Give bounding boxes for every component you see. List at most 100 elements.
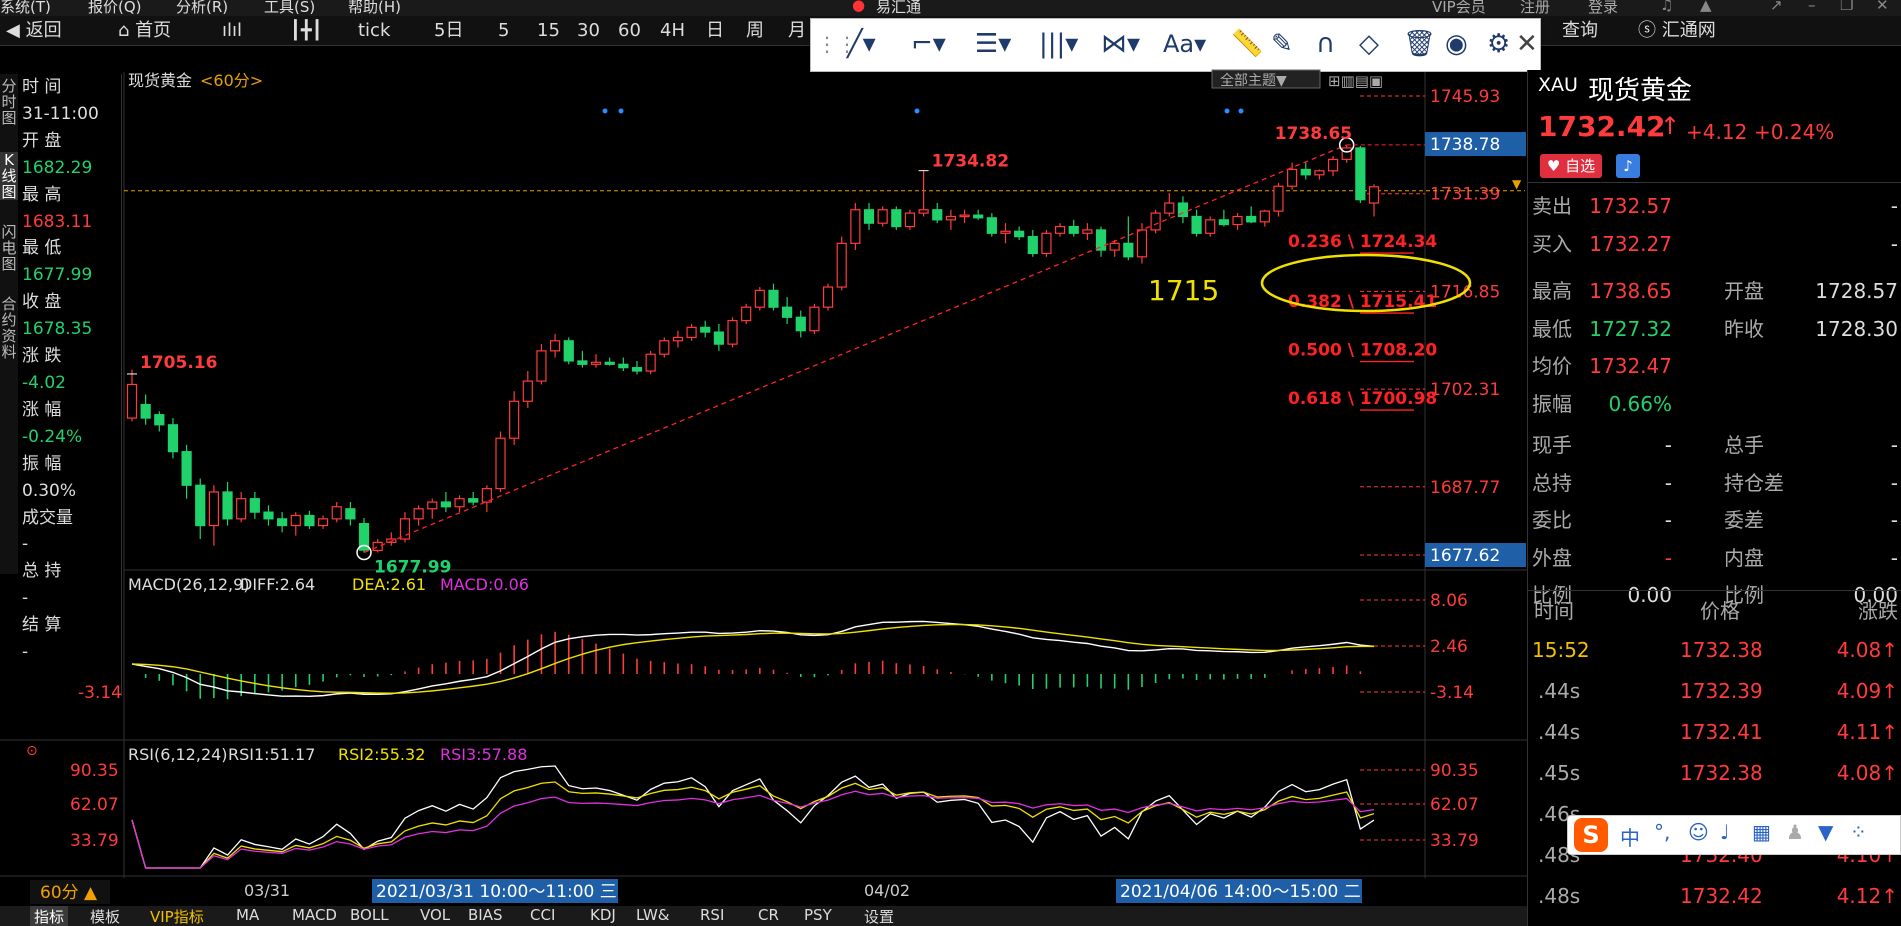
compact-icon[interactable]: ↗ bbox=[1770, 0, 1783, 14]
quote-price: 1732.42 bbox=[1538, 110, 1666, 143]
candle-body bbox=[1054, 225, 1066, 234]
candlestick-series bbox=[126, 144, 1380, 553]
candle-body bbox=[618, 363, 629, 369]
candle-body bbox=[918, 209, 929, 214]
candle-body bbox=[1136, 229, 1148, 258]
quote-value-2: 1728.30 bbox=[1815, 316, 1898, 341]
tick-change: 4.08↑ bbox=[1836, 761, 1898, 785]
indicator-tab[interactable]: 模板 bbox=[90, 906, 120, 926]
ime-mode[interactable]: 中 bbox=[1620, 822, 1640, 851]
quote-label: 最低 bbox=[1532, 316, 1572, 341]
candle-body bbox=[1095, 229, 1107, 251]
indicator-tab[interactable]: VOL bbox=[420, 906, 450, 924]
indicator-tab[interactable]: RSI bbox=[700, 906, 724, 924]
candle-body bbox=[604, 361, 615, 365]
indicator-tab[interactable]: 设置 bbox=[864, 906, 894, 926]
sogou-logo-icon: S bbox=[1574, 818, 1608, 852]
voice-icon[interactable]: ♩ bbox=[1720, 820, 1729, 844]
candle-body bbox=[277, 518, 288, 527]
candle-body bbox=[1246, 215, 1257, 223]
tick-time: 15:52 bbox=[1532, 638, 1590, 662]
rsi-axis-label-right: 33.79 bbox=[1430, 831, 1479, 851]
heart-icon: ♥ bbox=[1546, 157, 1566, 175]
indicator-tab[interactable]: BIAS bbox=[468, 906, 503, 924]
ime-toolbar[interactable]: S 中 °, ☺ ♩ ▦ ♟ ▼ ⁘ bbox=[1567, 815, 1901, 855]
price-axis-label: 1702.31 bbox=[1430, 380, 1500, 400]
rsi-axis-label-left: 90.35 bbox=[70, 761, 119, 781]
fib-level-label: 0.618 \ 1700.98 bbox=[1288, 389, 1437, 409]
candle-body bbox=[686, 326, 697, 339]
current-price-tag-label: 1738.78 bbox=[1430, 135, 1500, 155]
login-link[interactable]: 登录 bbox=[1588, 0, 1618, 16]
quote-row: 振幅 0.66% bbox=[1528, 386, 1901, 423]
candle-body bbox=[331, 506, 342, 520]
rsi-axis-label-left: 62.07 bbox=[70, 795, 119, 815]
candle-body bbox=[768, 289, 779, 308]
rsi1-line bbox=[131, 765, 1375, 869]
user-icon[interactable]: ♟ bbox=[1786, 820, 1804, 844]
rsi2-line bbox=[131, 781, 1375, 869]
quote-row: 最高 1738.65 开盘 1728.57 bbox=[1528, 273, 1901, 310]
layout-icons[interactable]: ⊞▥▤▣ bbox=[1328, 72, 1383, 90]
query-button[interactable]: 查询 bbox=[1562, 19, 1598, 43]
rsi-settings-icon: ⊙ bbox=[26, 743, 38, 759]
candle-body bbox=[645, 353, 656, 372]
indicator-tab[interactable]: VIP指标 bbox=[150, 906, 204, 926]
quote-label-2: 总手 bbox=[1724, 433, 1764, 457]
favorite-label: 自选 bbox=[1565, 157, 1596, 175]
candle-body bbox=[945, 215, 957, 221]
quote-row: 现手 - 总手 - bbox=[1528, 427, 1901, 464]
bell-icon[interactable]: ♪ bbox=[1616, 154, 1640, 178]
quote-up-arrow-icon: ↑ bbox=[1660, 112, 1681, 140]
candle-body bbox=[713, 331, 724, 345]
tick-time: .45s bbox=[1538, 761, 1581, 785]
last-price-marker: ▼ bbox=[1512, 177, 1522, 191]
candle-body bbox=[181, 451, 192, 486]
indicator-tab[interactable]: MACD bbox=[292, 906, 337, 924]
huitongwang-button[interactable]: ⓢ 汇通网 bbox=[1638, 19, 1716, 43]
candle-body bbox=[304, 514, 315, 527]
favorite-button[interactable]: ♥ 自选 bbox=[1540, 154, 1602, 178]
indicator-tab[interactable]: PSY bbox=[804, 906, 832, 924]
indicator-tab[interactable]: MA bbox=[236, 906, 259, 924]
emoji-icon[interactable]: ☺ bbox=[1688, 820, 1709, 844]
keyboard-icon[interactable]: ▦ bbox=[1752, 820, 1771, 844]
rsi-axis-label-right: 90.35 bbox=[1430, 761, 1479, 781]
skin-icon[interactable]: ▼ bbox=[1818, 820, 1833, 844]
chart-area[interactable]: 现货黄金 <60分> 全部主题▼ ⊞▥▤▣ 1745.931731.391716… bbox=[0, 0, 1527, 906]
chart-title: 现货黄金 bbox=[128, 71, 192, 90]
quote-value-2: - bbox=[1890, 231, 1898, 256]
candle-body bbox=[577, 360, 588, 365]
macd-axis-label: 8.06 bbox=[1430, 591, 1468, 611]
chart-period[interactable]: <60分> bbox=[200, 71, 263, 90]
indicator-tab[interactable]: 指标 bbox=[30, 906, 69, 926]
headset-icon[interactable]: ♫ bbox=[1660, 0, 1673, 14]
indicator-tab[interactable]: BOLL bbox=[350, 906, 389, 924]
shirt-icon[interactable]: ▲ bbox=[1700, 0, 1712, 14]
indicator-tab[interactable]: CCI bbox=[530, 906, 555, 924]
quote-value-2: - bbox=[1890, 470, 1898, 495]
indicator-tab[interactable]: LW& bbox=[636, 906, 670, 924]
candle-body bbox=[454, 498, 465, 508]
quote-label-2: 开盘 bbox=[1724, 279, 1764, 303]
quote-value: - bbox=[1664, 470, 1672, 495]
annotation-left-high: 1705.16 bbox=[140, 353, 217, 373]
restore-icon[interactable]: ❐ bbox=[1840, 0, 1853, 14]
quote-label: 外盘 bbox=[1532, 545, 1572, 570]
candle-body bbox=[932, 209, 943, 221]
tick-price: 1732.42 bbox=[1680, 884, 1763, 908]
toolbox-icon[interactable]: ⁘ bbox=[1850, 820, 1867, 844]
candle-body bbox=[1341, 147, 1352, 160]
candle-body bbox=[549, 340, 561, 352]
candle-body bbox=[973, 214, 984, 219]
close-window-icon[interactable]: ✕ bbox=[1876, 0, 1889, 14]
indicator-tab[interactable]: KDJ bbox=[590, 906, 616, 924]
rsi2-value: RSI2:55.32 bbox=[338, 745, 425, 764]
candle-body bbox=[522, 380, 533, 402]
quote-label: 最高 bbox=[1532, 279, 1572, 303]
candle-body bbox=[1287, 168, 1298, 187]
indicator-tab[interactable]: CR bbox=[758, 906, 779, 924]
minimize-icon[interactable]: – bbox=[1808, 0, 1816, 14]
punctuation-icon[interactable]: °, bbox=[1654, 820, 1670, 844]
tick-row: 15:52 1732.38 4.08↑ bbox=[1528, 630, 1901, 671]
